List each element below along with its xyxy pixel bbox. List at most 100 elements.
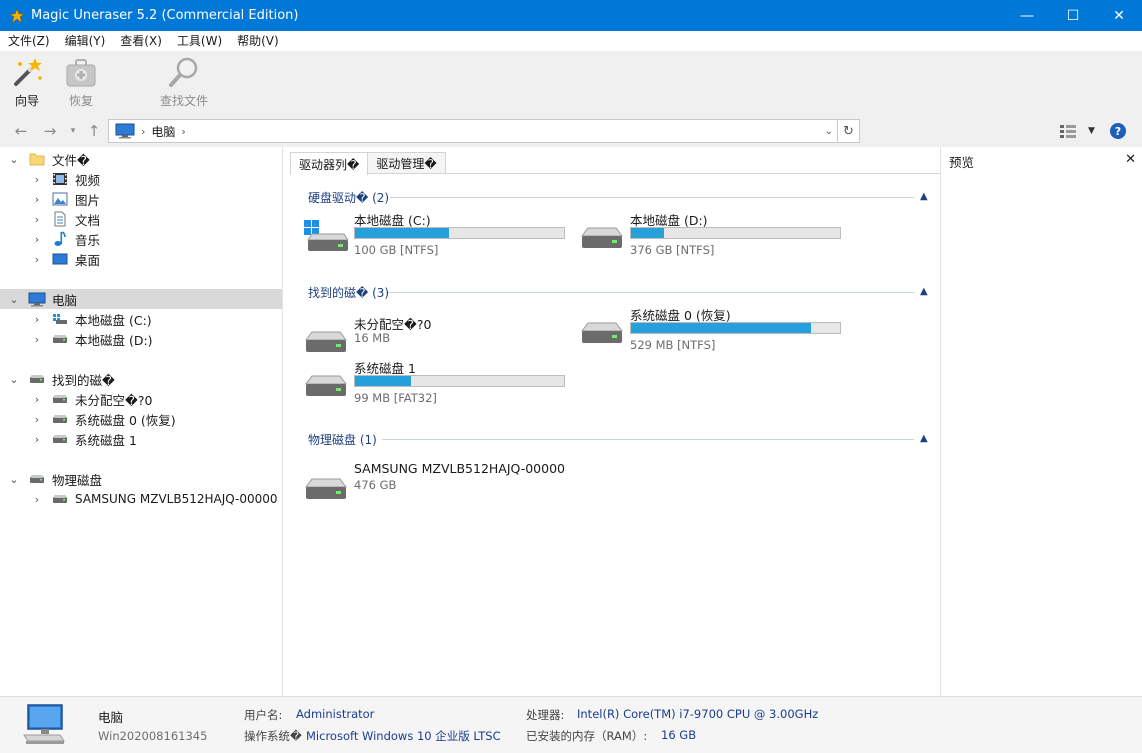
chevron-down-icon[interactable]: ⌄ (8, 473, 20, 486)
tree-item-system-disk-1[interactable]: › 系统磁盘 1 (0, 429, 282, 449)
back-arrow-icon[interactable]: ← (11, 121, 31, 141)
tree-label: 系统磁盘 1 (75, 432, 137, 448)
group-header-physical-disks[interactable]: 物理磁盘 (1) (308, 431, 377, 447)
drive-tile-unallocated[interactable]: 未分配空�?0 16 MB (304, 314, 574, 360)
drive-tile-system-disk-0[interactable]: 系统磁盘 0 (恢复) 529 MB [NTFS] (580, 305, 850, 352)
chevron-right-icon[interactable]: › (31, 333, 43, 346)
chevron-right-icon[interactable]: › (31, 253, 43, 266)
wizard-button[interactable]: 向导 (10, 56, 44, 109)
usage-fill (631, 228, 665, 238)
tree-item-music[interactable]: › 音乐 (0, 229, 282, 249)
wizard-label: 向导 (14, 94, 39, 108)
chevron-right-icon[interactable]: › (31, 433, 43, 446)
tree-label: 音乐 (75, 232, 101, 248)
breadcrumb-separator[interactable]: › (181, 125, 185, 138)
folder-tree: ⌄ 文件� › 视频 › 图片 › 文档 › 音乐 › 桌面 ⌄ 电脑 › 本地… (0, 147, 283, 696)
up-arrow-icon[interactable]: ↑ (84, 121, 104, 141)
tree-item-drive-c[interactable]: › 本地磁盘 (C:) (0, 309, 282, 329)
tab-drive-manager[interactable]: 驱动管理� (367, 152, 446, 174)
chevron-right-icon[interactable]: › (31, 173, 43, 186)
refresh-icon[interactable]: ↻ (838, 119, 860, 143)
tree-label: 文档 (75, 212, 101, 228)
chevron-right-icon[interactable]: › (31, 313, 43, 326)
details-view-icon (1060, 125, 1076, 138)
ram-label: 已安装的内存（RAM）: (526, 729, 648, 743)
hard-drive-icon (581, 322, 623, 343)
tree-item-physical-disks[interactable]: ⌄ 物理磁盘 (0, 469, 282, 489)
tree-item-found-disks[interactable]: ⌄ 找到的磁� (0, 369, 282, 389)
chevron-right-icon[interactable]: › (31, 413, 43, 426)
tree-item-documents[interactable]: › 文档 (0, 209, 282, 229)
tree-item-files[interactable]: ⌄ 文件� (0, 149, 282, 169)
chevron-down-icon[interactable]: ⌄ (8, 373, 20, 386)
tree-item-desktop[interactable]: › 桌面 (0, 249, 282, 269)
drive-tile-samsung[interactable]: SAMSUNG MZVLB512HAJQ-00000 476 GB (304, 461, 574, 507)
chevron-right-icon[interactable]: › (31, 213, 43, 226)
tree-item-computer[interactable]: ⌄ 电脑 (0, 289, 282, 309)
status-bar: 电脑 Win202008161345 用户名: Administrator 操作… (0, 696, 1142, 753)
close-button[interactable]: ✕ (1096, 0, 1142, 31)
menu-file[interactable]: 文件(Z) (0, 31, 57, 51)
collapse-caret-icon[interactable]: ▲ (920, 433, 928, 444)
find-files-button[interactable]: 查找文件 (160, 56, 208, 109)
address-dropdown-icon[interactable]: ⌄ (825, 126, 833, 137)
preview-title: 预览 (949, 155, 975, 170)
tree-label: 桌面 (75, 252, 101, 268)
tree-item-samsung[interactable]: › SAMSUNG MZVLB512HAJQ-00000 (0, 489, 282, 509)
tree-item-drive-d[interactable]: › 本地磁盘 (D:) (0, 329, 282, 349)
drive-info: 16 MB (354, 331, 391, 345)
group-header-hard-drives[interactable]: 硬盘驱动� (2) (308, 189, 389, 205)
drive-tile-system-disk-1[interactable]: 系统磁盘 1 99 MB [FAT32] (304, 358, 574, 405)
drive-info: 99 MB [FAT32] (354, 391, 437, 405)
tree-item-unallocated[interactable]: › 未分配空�?0 (0, 389, 282, 409)
chevron-right-icon[interactable]: › (31, 193, 43, 206)
collapse-caret-icon[interactable]: ▲ (920, 286, 928, 297)
tab-divider (290, 173, 940, 174)
group-divider (388, 292, 914, 293)
tree-label: 本地磁盘 (C:) (75, 312, 152, 328)
chevron-right-icon[interactable]: › (31, 233, 43, 246)
collapse-caret-icon[interactable]: ▲ (920, 191, 928, 202)
menu-tools[interactable]: 工具(W) (169, 31, 229, 51)
menu-edit[interactable]: 编辑(Y) (57, 31, 113, 51)
maximize-button[interactable]: ☐ (1050, 0, 1096, 31)
chevron-down-icon[interactable]: ⌄ (8, 293, 20, 306)
forward-arrow-icon[interactable]: → (40, 121, 60, 141)
chevron-down-icon: ▼ (1088, 126, 1095, 136)
desktop-icon (51, 251, 69, 267)
menu-help[interactable]: 帮助(V) (229, 31, 286, 51)
recover-button[interactable]: 恢复 (64, 56, 98, 109)
music-note-icon (51, 231, 69, 247)
breadcrumb-computer[interactable]: 电脑 (151, 123, 175, 140)
history-dropdown-icon[interactable]: ▾ (63, 121, 83, 141)
tree-item-pictures[interactable]: › 图片 (0, 189, 282, 209)
chevron-right-icon[interactable]: › (31, 493, 43, 506)
address-bar[interactable]: › 电脑 › ⌄ (108, 119, 838, 143)
os-label: 操作系统� (244, 729, 302, 743)
tree-label: 电脑 (52, 292, 78, 308)
drive-info: 376 GB [NTFS] (630, 243, 715, 257)
minimize-button[interactable]: — (1004, 0, 1050, 31)
first-aid-kit-icon (66, 59, 96, 87)
tree-label: 物理磁盘 (52, 472, 103, 488)
toolbar: 向导 恢复 查找文件 (0, 51, 1142, 115)
tree-item-videos[interactable]: › 视频 (0, 169, 282, 189)
group-header-found-disks[interactable]: 找到的磁� (3) (308, 284, 389, 300)
view-options-button[interactable]: ▼ (1060, 123, 1096, 139)
preview-pane: 预览 ✕ (940, 147, 1142, 696)
tab-drive-list[interactable]: 驱动器列� (290, 152, 369, 175)
close-icon[interactable]: ✕ (1125, 152, 1136, 167)
system-drive-icon (51, 311, 69, 327)
recover-label: 恢复 (68, 94, 93, 108)
chevron-down-icon[interactable]: ⌄ (8, 153, 20, 166)
tree-item-system-disk-0[interactable]: › 系统磁盘 0 (恢复) (0, 409, 282, 429)
chevron-right-icon[interactable]: › (31, 393, 43, 406)
drive-tile-d[interactable]: 本地磁盘 (D:) 376 GB [NTFS] (580, 210, 850, 257)
tab-strip: 驱动器列� 驱动管理� (290, 152, 446, 175)
drive-tile-c[interactable]: 本地磁盘 (C:) 100 GB [NTFS] (304, 210, 574, 257)
menu-view[interactable]: 查看(X) (112, 31, 169, 51)
help-icon[interactable]: ? (1110, 123, 1126, 139)
hard-drive-icon (51, 391, 69, 407)
hard-drive-icon (51, 431, 69, 447)
find-files-label: 查找文件 (160, 94, 209, 108)
